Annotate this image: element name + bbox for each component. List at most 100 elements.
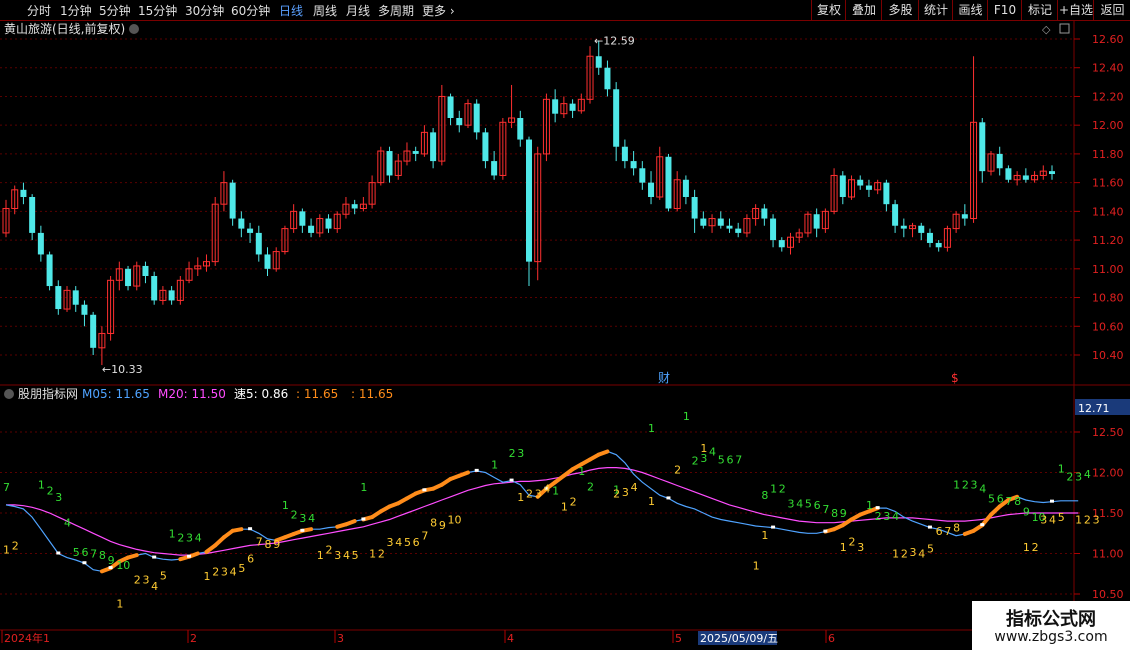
signal-marker [927,525,932,529]
count-label: 1 [3,543,10,556]
count-label: 5 [1058,511,1065,524]
signal-marker [82,561,87,565]
candle-body [46,254,53,287]
time-label-4: 5 [675,632,682,645]
toolbar-button-0[interactable]: 复权 [811,0,846,20]
candle-body [55,286,62,310]
count-label: 4 [230,565,237,578]
period-1[interactable]: 1分钟 [60,2,92,19]
count-label: 4 [709,445,716,458]
dividend-marker: $ [951,371,959,385]
candle-body [996,153,1003,169]
period-5[interactable]: 60分钟 [231,2,270,19]
candle-body [247,228,254,233]
count-label: 2 [509,447,516,460]
period-9[interactable]: 多周期 [378,2,414,19]
candle-body [900,225,907,229]
count-label: 1 [770,483,777,496]
toolbar-button-3[interactable]: 统计 [918,0,953,20]
candle-body [264,254,271,269]
indicator-legend-3: : 11.65 [296,387,338,401]
candle-body [735,228,742,233]
y-tick-label: 12.50 [1092,426,1124,439]
main-title: 黄山旅游(日线,前复权) [4,21,125,36]
period-8[interactable]: 月线 [346,2,370,19]
high-price-label: ←12.59 [594,34,635,47]
candle-body [456,118,463,126]
count-label: 3 [1075,471,1082,484]
toolbar-button-1[interactable]: 叠加 [845,0,882,20]
toolbar-button-8[interactable]: 返回 [1093,0,1130,20]
count-label: 2 [326,543,333,556]
count-label: 8 [831,507,838,520]
toolbar-button-4[interactable]: 画线 [952,0,988,20]
count-label: 3 [535,488,542,501]
signal-marker [474,468,479,472]
signal-marker [152,555,157,559]
signal-marker [875,506,880,510]
count-label: 1 [203,570,210,583]
candle-body [29,197,36,233]
candle-body [168,290,175,301]
count-label: 3 [55,491,62,504]
more-periods-button[interactable]: 更多 › [422,2,455,19]
count-label: 5 [805,497,812,510]
signal-marker [980,523,985,527]
count-label: 1 [761,529,768,542]
count-label: 2 [1032,541,1039,554]
count-label: 3 [910,546,917,559]
count-label: 6 [936,525,943,538]
signal-marker [771,525,776,529]
count-label: 5 [160,569,167,582]
period-2[interactable]: 5分钟 [99,2,131,19]
candle-body [926,232,933,243]
toolbar-button-2[interactable]: 多股 [881,0,919,20]
count-label: 3 [1093,513,1100,526]
y-tick-label: 11.80 [1092,148,1124,161]
period-0[interactable]: 分时 [27,2,51,19]
period-7[interactable]: 周线 [313,2,337,19]
y-tick-label: 11.40 [1092,205,1124,218]
count-label: 5 [238,562,245,575]
count-label: 1 [953,479,960,492]
candle-body [308,225,315,233]
count-label: 2 [692,454,699,467]
candle-body [1022,175,1029,180]
period-3[interactable]: 15分钟 [138,2,177,19]
toolbar-button-5[interactable]: F10 [987,0,1022,20]
count-label: 6 [726,454,733,467]
toolbar-button-7[interactable]: +自选 [1057,0,1094,20]
count-label: 7 [944,525,951,538]
count-label: 4 [64,517,71,530]
count-label: 7 [90,548,97,561]
time-label-1: 2 [190,632,197,645]
count-label: 6 [81,546,88,559]
count-label: 9 [840,507,847,520]
period-4[interactable]: 30分钟 [185,2,224,19]
count-label: 4 [195,531,202,544]
time-label-2: 3 [337,632,344,645]
uptrend-segment [343,519,357,527]
signal-marker [248,527,253,531]
count-label: 1 [683,410,690,423]
candle-body [1049,171,1055,175]
count-label: 9 [1023,505,1030,518]
count-label: 1 [753,560,760,573]
signal-marker [187,554,192,558]
period-6[interactable]: 日线 [279,2,303,19]
count-label: 2 [1084,513,1091,526]
candle-body [918,225,925,233]
count-label: 7 [735,454,742,467]
site-watermark: 指标公式网 www.zbgs3.com [972,601,1130,650]
count-label: 5 [73,546,80,559]
count-label: 2 [212,565,219,578]
count-label: 3 [857,541,864,554]
count-label: 2 [674,463,681,476]
count-label: 4 [979,483,986,496]
candle-body [81,304,88,315]
count-label: 9 [273,538,280,551]
toolbar-button-6[interactable]: 标记 [1021,0,1058,20]
y-tick-label: 11.60 [1092,177,1124,190]
candle-body [473,103,480,133]
count-label: 1 [840,541,847,554]
